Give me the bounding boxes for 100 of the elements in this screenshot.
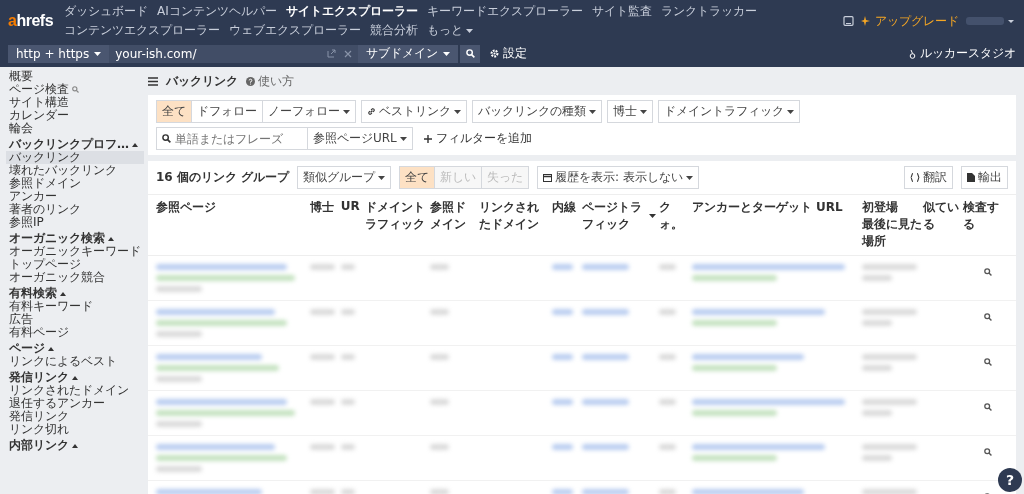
sidebar-item[interactable]: 参照IP [6,216,144,229]
sidebar-item[interactable]: カレンダー [6,109,144,122]
filter-dropdown[interactable]: ドメイントラフィック [658,100,800,123]
nav-item[interactable]: サイト監査 [591,3,652,20]
sidebar-item[interactable]: オーガニック競合 [6,271,144,284]
caret-icon [378,175,386,180]
column-header[interactable]: 博士 [310,199,341,216]
sidebar-group-title[interactable]: 有料検索 [9,287,57,300]
url-field[interactable]: your-ish.com/ [109,44,359,63]
file-icon [967,173,975,182]
nav-item[interactable]: ランクトラッカー [660,3,757,20]
search-button[interactable] [460,44,481,63]
protocol-dropdown[interactable]: http + https [8,44,110,63]
caret-icon [443,51,451,56]
sidebar-item[interactable]: リンクされたドメイン [6,384,144,397]
tablet-icon[interactable] [843,16,854,26]
sidebar-item[interactable]: バックリンク [6,151,144,164]
sidebar-group-title[interactable]: バックリンクプロフ… [9,138,129,151]
sidebar-group-title[interactable]: 発信リンク [9,371,69,384]
status-tab[interactable]: 全て [400,167,435,188]
search-icon [465,49,475,58]
logo[interactable]: ahrefs [8,12,54,30]
menu-icon[interactable] [148,76,158,86]
sidebar-item[interactable]: 有料キーワード [6,300,144,313]
column-header[interactable]: 検査する [963,199,1008,233]
collapse-icon[interactable] [72,443,78,448]
looker-studio-link[interactable]: ルッカースタジオ [909,45,1016,62]
sidebar-item[interactable]: 発信リンク [6,410,144,423]
sidebar-item[interactable]: 輪会 [6,122,144,135]
collapse-icon[interactable] [108,236,114,241]
column-header[interactable]: 最後に見た場所 [862,216,923,250]
column-header[interactable]: UR [340,199,366,213]
page-title: バックリンク [166,72,238,90]
caret-icon [649,214,657,218]
collapse-icon[interactable] [60,291,66,296]
collapse-icon[interactable] [72,375,78,380]
add-filter-button[interactable]: フィルターを追加 [417,130,538,147]
column-header[interactable]: クォ。 [659,199,692,233]
sidebar-item[interactable]: リンク切れ [6,423,144,436]
sidebar-item[interactable]: ページ検査 [6,83,144,96]
sidebar-item[interactable]: 広告 [6,313,144,326]
grouping-dropdown[interactable]: 類似グループ [297,166,392,189]
sidebar-item[interactable]: 有料ページ [6,326,144,339]
collapse-icon[interactable] [132,142,138,147]
sidebar-item[interactable]: 著者のリンク [6,203,144,216]
column-header[interactable]: リンクされたドメイン [478,199,552,233]
column-header[interactable]: アンカーとターゲット URL [691,199,863,216]
sidebar-item[interactable]: サイト構造 [6,96,144,109]
sidebar-item[interactable]: 参照ドメイン [6,177,144,190]
help-button[interactable]: ? [998,468,1022,492]
nav-item[interactable]: ダッシュボード [64,3,149,20]
filter-dropdown[interactable]: バックリンクの種類 [472,100,602,123]
collapse-icon[interactable] [48,346,54,351]
close-icon[interactable] [344,49,353,58]
settings-button[interactable]: 設定 [490,45,528,62]
nav-item[interactable]: サイトエクスプローラー [285,3,418,20]
caret-icon [640,109,647,114]
export-button[interactable]: 輸出 [961,166,1008,189]
scope-dropdown[interactable]: 参照ページURL [308,127,413,150]
sidebar-item[interactable]: オーガニックキーワード [6,245,144,258]
filter-dropdown[interactable]: 博士 [607,100,653,123]
help-icon [246,76,255,86]
sidebar-item[interactable]: 概要 [6,70,144,83]
help-link[interactable]: 使い方 [246,72,294,90]
column-header[interactable]: 参照ドメイン [430,199,479,233]
column-header[interactable]: 似ている [922,199,964,233]
caret-icon [454,109,461,114]
column-header[interactable]: 初登場 [862,199,923,216]
column-header[interactable]: 内線 [551,199,583,216]
filter-option[interactable]: 全て [157,101,191,122]
search-field[interactable]: 単語またはフレーズ [156,127,308,150]
sidebar-group-title[interactable]: 内部リンク [9,439,69,452]
sidebar-item[interactable]: アンカー [6,190,144,203]
column-header[interactable]: ドメイントラフィック [365,199,430,233]
caret-icon [685,175,693,180]
sidebar-item[interactable]: 退任するアンカー [6,397,144,410]
upgrade-link[interactable]: アップグレード [861,12,959,30]
search-icon [984,448,992,456]
search-icon [984,313,992,321]
nav-item[interactable]: AIコンテンツヘルパー [157,3,277,20]
mode-dropdown[interactable]: サブドメイン [358,44,459,63]
history-dropdown[interactable]: 履歴を表示: 表示しない [537,166,699,189]
nav-item[interactable]: コンテンツエクスプローラー [64,22,221,39]
external-link-icon[interactable] [327,49,337,58]
settings-icon [490,49,500,58]
sidebar-item[interactable]: トップページ [6,258,144,271]
nav-item[interactable]: キーワードエクスプローラー [426,3,583,20]
sidebar-group-title[interactable]: ページ [9,342,45,355]
column-header[interactable]: 参照ページ [156,199,310,216]
sidebar-item[interactable]: 壊れたバックリンク [6,164,144,177]
url-input[interactable]: your-ish.com/ [115,46,320,61]
sidebar-item[interactable]: リンクによるベスト [6,355,144,368]
nav-item[interactable]: もっと [427,22,474,39]
nav-item[interactable]: ウェブエクスプローラー [229,22,362,39]
column-header[interactable]: ページトラフィック [582,199,660,233]
translate-button[interactable]: 翻訳 [904,166,953,189]
nav-item[interactable]: 競合分析 [370,22,419,39]
filter-dropdown[interactable]: ベストリンク [361,100,467,123]
search-icon [984,268,992,276]
sidebar-group-title[interactable]: オーガニック検索 [9,232,105,245]
